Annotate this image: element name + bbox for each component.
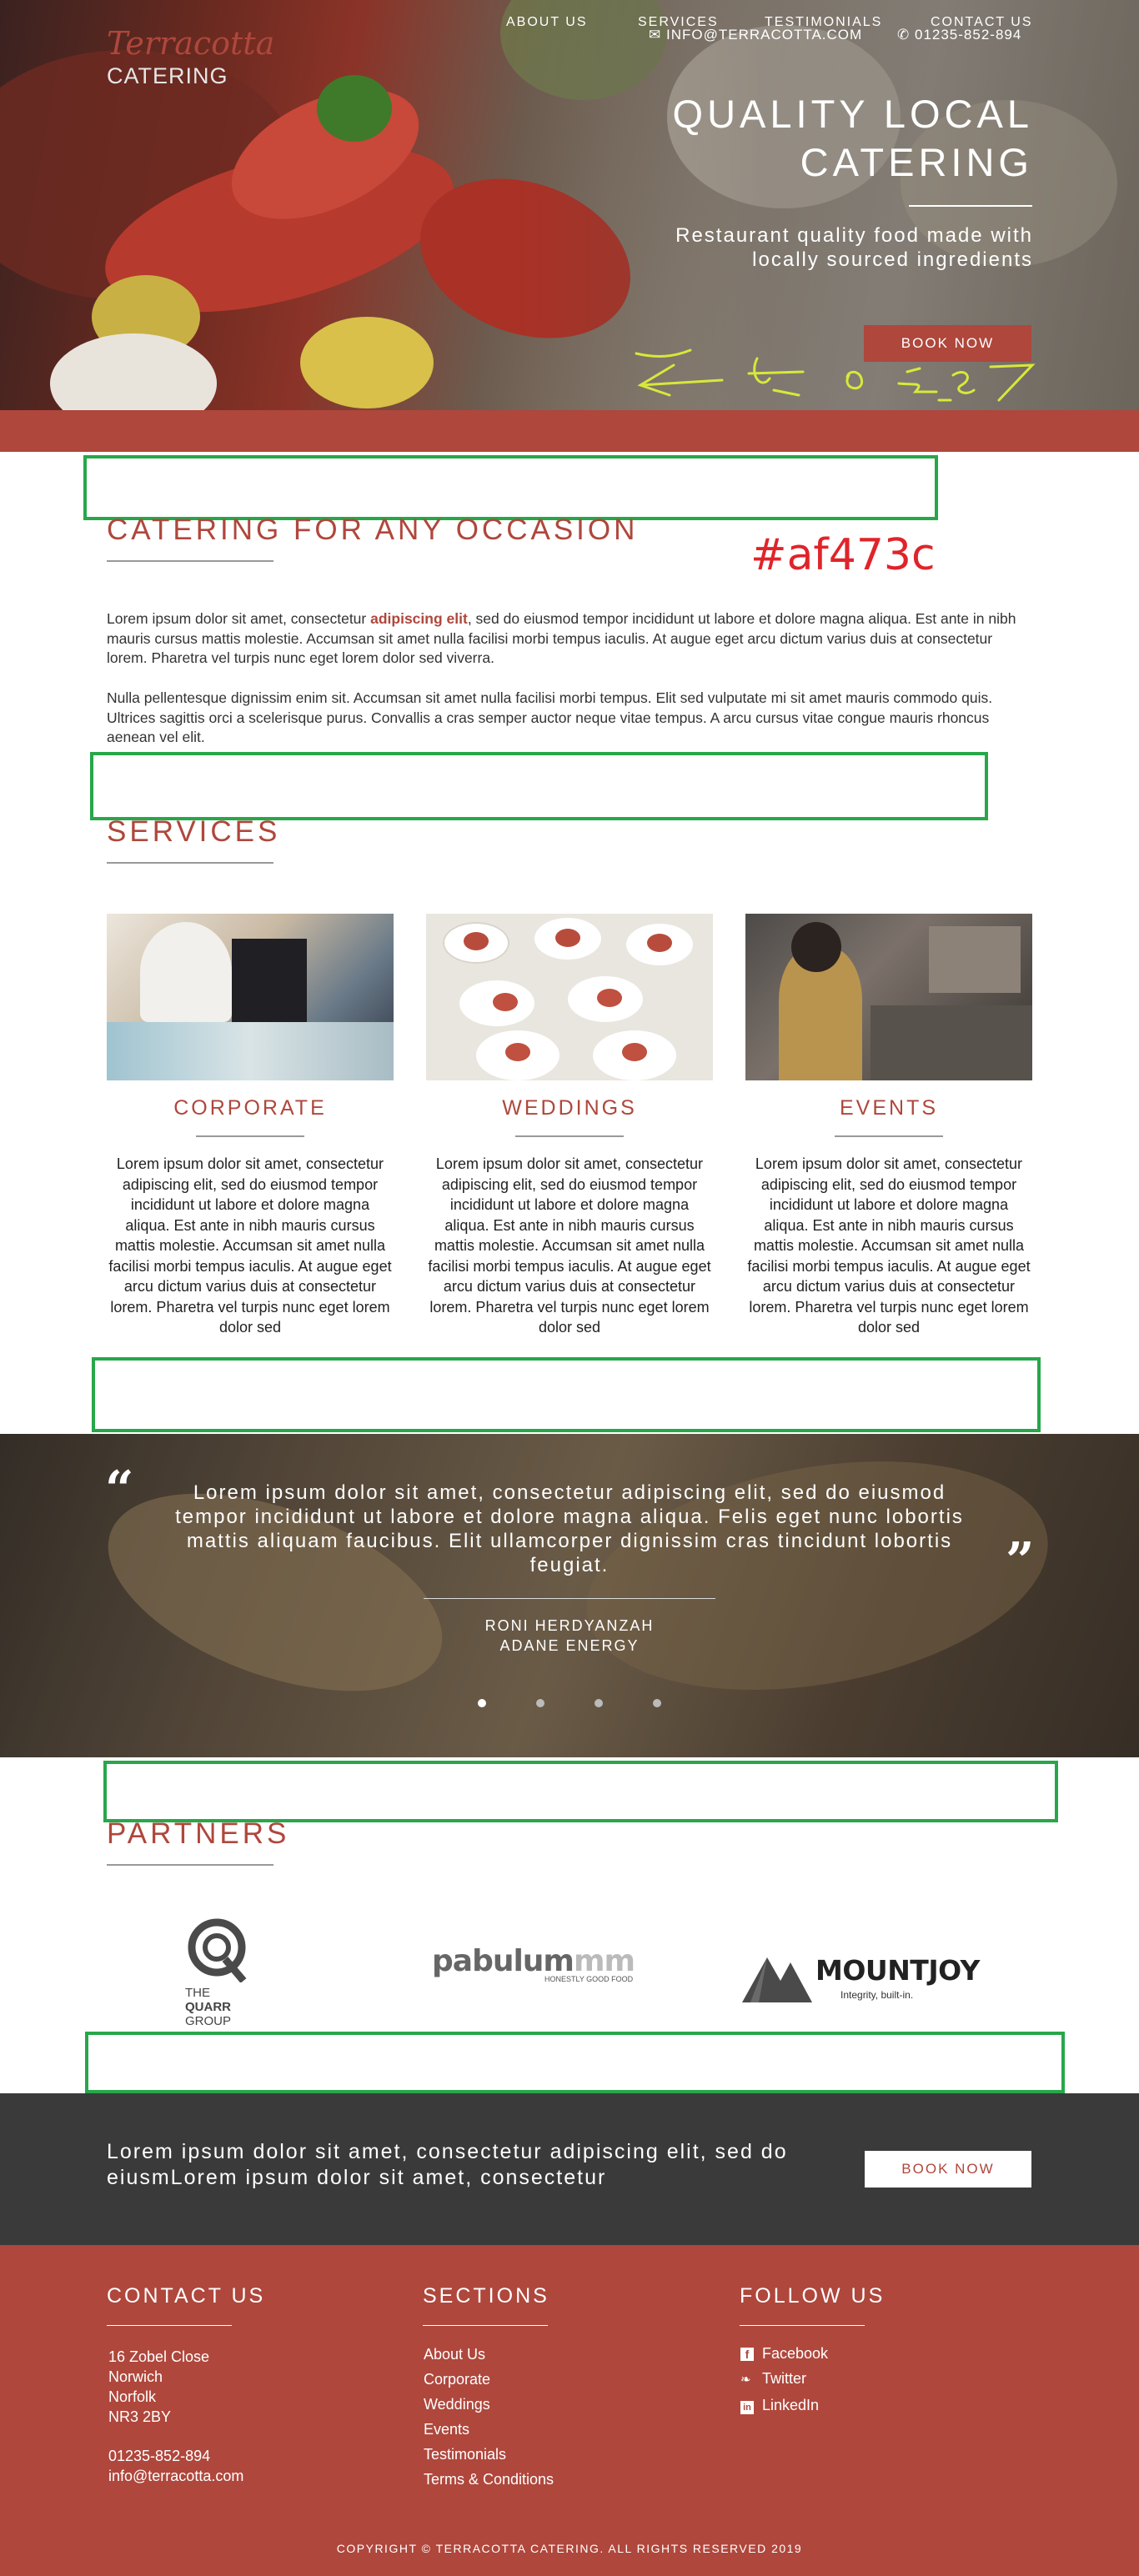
footer-link-events[interactable]: Events xyxy=(424,2417,554,2442)
footer-contact-divider xyxy=(107,2325,232,2326)
open-quote-icon: “ xyxy=(105,1461,134,1519)
about-paragraph-2: Nulla pellentesque dignissim enim sit. A… xyxy=(107,689,993,745)
quarr-line-1: THE xyxy=(185,1986,210,2000)
nav-testimonials[interactable]: TESTIMONIALS xyxy=(765,15,882,30)
annotation-box-3 xyxy=(92,1357,1041,1432)
service-title-events: EVENTS xyxy=(839,1096,939,1120)
social-label: Twitter xyxy=(762,2370,807,2387)
copyright: COPYRIGHT © TERRACOTTA CATERING. ALL RIG… xyxy=(336,2542,803,2555)
footer-phone[interactable]: 01235-852-894 xyxy=(108,2446,243,2466)
facebook-icon: f xyxy=(740,2348,754,2361)
footer-contact-title: CONTACT US xyxy=(107,2284,266,2308)
yellow-scribble-annotation xyxy=(635,348,1036,402)
hero-divider xyxy=(909,205,1032,207)
footer-sections-divider xyxy=(423,2325,548,2326)
service-title-weddings: WEDDINGS xyxy=(502,1096,637,1120)
footer-link-terms[interactable]: Terms & Conditions xyxy=(424,2467,554,2492)
nav-about-us[interactable]: ABOUT US xyxy=(506,15,588,30)
service-divider-events xyxy=(835,1135,943,1137)
service-title-corporate: CORPORATE xyxy=(173,1096,327,1120)
carousel-dot-3[interactable] xyxy=(595,1699,603,1707)
mountjoy-tagline: Integrity, built-in. xyxy=(840,1989,914,2001)
partner-logo-mountjoy[interactable]: MOUNTJOY Integrity, built-in. xyxy=(742,1951,980,2004)
quarr-line-2: QUARR xyxy=(185,2000,231,2014)
twitter-icon: ❧ xyxy=(740,2373,751,2387)
social-linkedin[interactable]: in LinkedIn xyxy=(740,2393,828,2418)
hero-subtitle: Restaurant quality food made with locall… xyxy=(675,224,1033,271)
annotation-box-4 xyxy=(103,1761,1058,1822)
nav-services[interactable]: SERVICES xyxy=(638,15,719,30)
nav-contact-us[interactable]: CONTACT US xyxy=(931,15,1033,30)
carousel-dot-1[interactable] xyxy=(478,1699,486,1707)
pabulum-wordmark: pabulum xyxy=(432,1944,575,1978)
about-highlight: adipiscing elit xyxy=(370,610,468,627)
partners-divider xyxy=(107,1864,273,1866)
services-divider xyxy=(107,862,273,864)
cta-text: Lorem ipsum dolor sit amet, consectetur … xyxy=(107,2140,788,2189)
quarr-q-icon xyxy=(188,1918,247,1983)
events-image xyxy=(745,914,1032,1080)
partner-logo-pabulum[interactable]: pabulummm HONESTLY GOOD FOOD xyxy=(432,1944,649,1983)
carousel-dot-4[interactable] xyxy=(653,1699,661,1707)
footer-contact-details: 01235-852-894 info@terracotta.com xyxy=(108,2446,243,2486)
footer-email[interactable]: info@terracotta.com xyxy=(108,2466,243,2486)
pabulum-fade: mm xyxy=(573,1944,635,1978)
about-divider xyxy=(107,560,273,562)
phone-icon: ✆ xyxy=(897,27,911,43)
service-text-weddings: Lorem ipsum dolor sit amet, consectetur … xyxy=(428,1155,711,1336)
service-divider-corporate xyxy=(196,1135,304,1137)
footer-link-corporate[interactable]: Corporate xyxy=(424,2367,554,2392)
footer-follow-title: FOLLOW US xyxy=(740,2284,886,2308)
annotation-box-2 xyxy=(90,752,988,820)
close-quote-icon: ” xyxy=(1006,1532,1035,1591)
logo-script[interactable]: Terracotta xyxy=(107,25,274,62)
cta-book-now-button[interactable]: BOOK NOW xyxy=(865,2151,1031,2188)
hex-color-annotation: #af473c xyxy=(750,530,936,580)
carousel-dot-2[interactable] xyxy=(536,1699,544,1707)
social-label: LinkedIn xyxy=(762,2397,820,2413)
testimonial-author-company: ADANE ENERGY xyxy=(499,1637,640,1654)
weddings-image xyxy=(426,914,713,1080)
testimonial-quote: Lorem ipsum dolor sit amet, consectetur … xyxy=(175,1481,964,1576)
partners-title: PARTNERS xyxy=(107,1817,290,1850)
about-paragraph-1: Lorem ipsum dolor sit amet, consectetur … xyxy=(107,610,1016,666)
testimonial-divider xyxy=(424,1598,715,1599)
social-label: Facebook xyxy=(762,2345,829,2362)
annotation-box-1 xyxy=(83,455,938,520)
linkedin-icon: in xyxy=(740,2401,754,2414)
footer-address: 16 Zobel Close Norwich Norfolk NR3 2BY xyxy=(108,2347,209,2427)
testimonial-author-name: RONI HERDYANZAH xyxy=(484,1617,655,1634)
footer-follow-divider xyxy=(740,2325,865,2326)
footer-link-testimonials[interactable]: Testimonials xyxy=(424,2442,554,2467)
footer-link-weddings[interactable]: Weddings xyxy=(424,2392,554,2417)
corporate-image xyxy=(107,914,394,1080)
address-line: NR3 2BY xyxy=(108,2408,172,2425)
footer-sections-list: About Us Corporate Weddings Events Testi… xyxy=(424,2342,554,2492)
quarr-line-3: GROUP xyxy=(185,2014,232,2028)
annotation-box-5 xyxy=(85,2032,1065,2093)
hero-title: QUALITY LOCAL CATERING xyxy=(672,92,1033,184)
address-line: Norfolk xyxy=(108,2388,157,2405)
services-title: SERVICES xyxy=(107,815,281,848)
address-line: Norwich xyxy=(108,2368,163,2385)
social-facebook[interactable]: f Facebook xyxy=(740,2341,828,2366)
address-line: 16 Zobel Close xyxy=(108,2348,210,2365)
logo-subtitle[interactable]: CATERING xyxy=(107,63,228,89)
about-title: CATERING FOR ANY OCCASION xyxy=(107,514,639,546)
social-twitter[interactable]: ❧ Twitter xyxy=(740,2366,828,2393)
mountjoy-mountain-icon xyxy=(742,1957,812,2002)
footer-sections-title: SECTIONS xyxy=(423,2284,549,2308)
partner-logo-quarr[interactable]: THE QUARR GROUP xyxy=(185,1916,260,2028)
footer-link-about-us[interactable]: About Us xyxy=(424,2342,554,2367)
service-text-events: Lorem ipsum dolor sit amet, consectetur … xyxy=(747,1155,1031,1336)
main-nav xyxy=(0,410,1139,452)
service-divider-weddings xyxy=(515,1135,624,1137)
service-text-corporate: Lorem ipsum dolor sit amet, consectetur … xyxy=(108,1155,392,1336)
footer-social-list: f Facebook ❧ Twitter in LinkedIn xyxy=(740,2341,828,2418)
mountjoy-wordmark: MOUNTJOY xyxy=(815,1954,980,1987)
testimonial-author: RONI HERDYANZAH ADANE ENERGY xyxy=(361,1616,778,1656)
